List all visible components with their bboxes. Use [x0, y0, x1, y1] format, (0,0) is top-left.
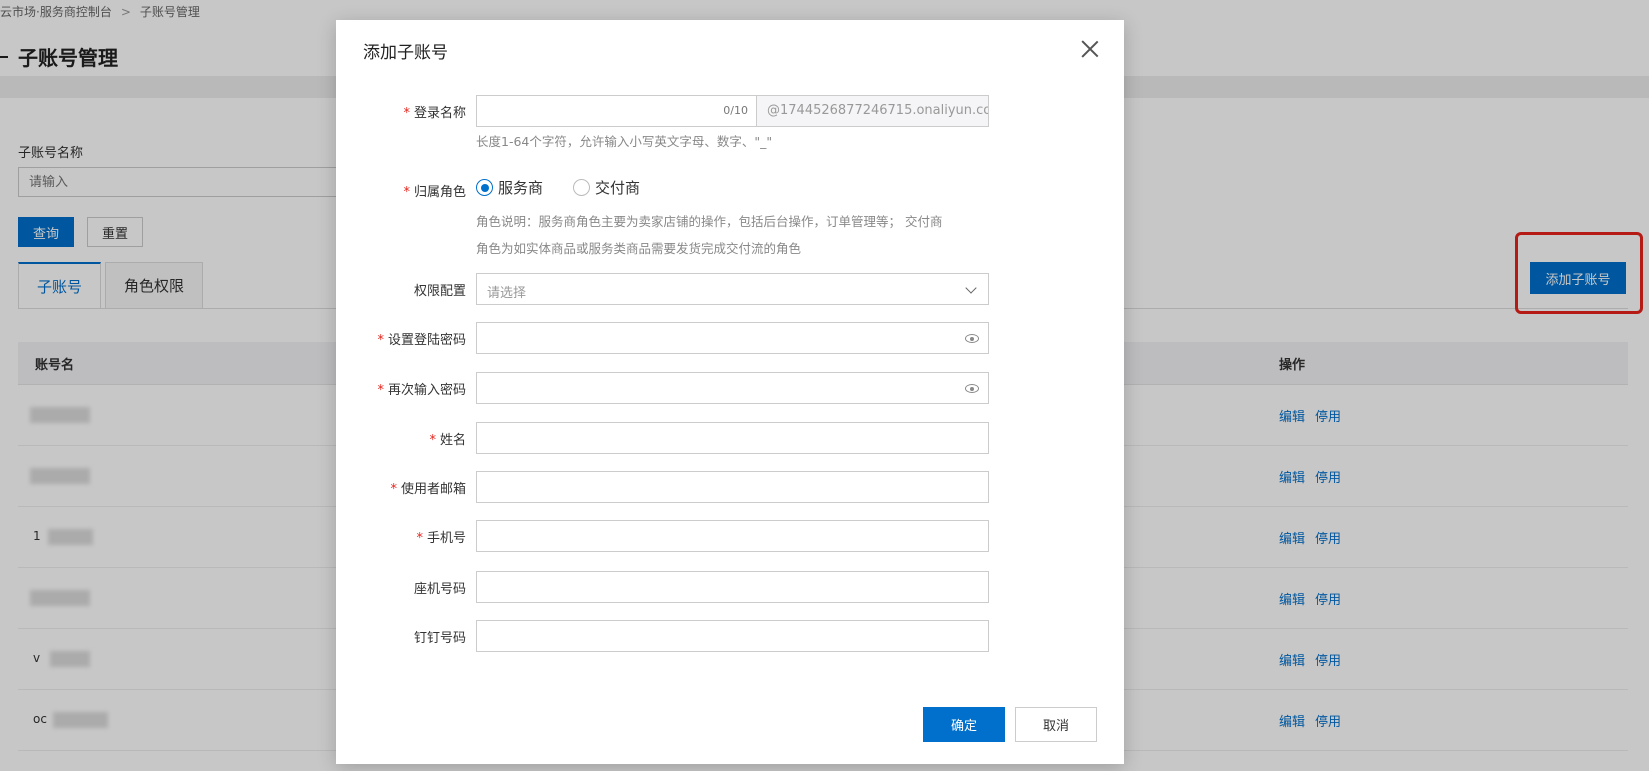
email-input[interactable] — [476, 471, 989, 503]
dingtalk-label: 钉钉号码 — [413, 631, 466, 646]
password-confirm-input[interactable] — [476, 372, 989, 404]
dialog-title: 添加子账号 — [363, 43, 448, 63]
close-icon[interactable] — [1079, 38, 1101, 60]
real-name-label: * 姓名 — [429, 429, 466, 448]
required-mark: * — [390, 482, 397, 497]
mobile-input[interactable] — [476, 520, 989, 552]
landline-label: 座机号码 — [413, 582, 466, 597]
required-mark: * — [429, 433, 436, 448]
mobile-label: * 手机号 — [416, 527, 466, 546]
permission-label: 权限配置 — [413, 284, 466, 299]
role-option-label: 交付商 — [595, 179, 641, 197]
login-name-label: * 登录名称 — [403, 102, 466, 121]
login-name-input[interactable]: 0/10 — [476, 95, 757, 127]
confirm-button[interactable]: 确定 — [923, 707, 1005, 742]
role-label: * 归属角色 — [403, 181, 466, 200]
cancel-button[interactable]: 取消 — [1015, 707, 1097, 742]
email-label: * 使用者邮箱 — [390, 478, 466, 497]
required-mark: * — [377, 333, 384, 348]
permission-placeholder: 请选择 — [487, 286, 527, 301]
email-label-text: 使用者邮箱 — [400, 482, 466, 497]
password-label-text: 设置登陆密码 — [387, 333, 466, 348]
eye-icon[interactable] — [965, 384, 979, 393]
login-name-label-text: 登录名称 — [413, 106, 466, 121]
password-label: * 设置登陆密码 — [377, 329, 466, 348]
required-mark: * — [377, 383, 384, 398]
mobile-label-text: 手机号 — [426, 531, 466, 546]
required-mark: * — [403, 106, 410, 121]
password-input[interactable] — [476, 322, 989, 354]
required-mark: * — [403, 185, 410, 200]
role-hint-line-2: 角色为如实体商品或服务类商品需要发货完成交付流的角色 — [476, 241, 802, 256]
role-hint-line-1: 角色说明：服务商角色主要为卖家店铺的操作，包括后台操作，订单管理等； 交付商 — [476, 214, 943, 229]
landline-input[interactable] — [476, 571, 989, 603]
radio-checked-icon[interactable] — [476, 179, 493, 196]
radio-unchecked-icon[interactable] — [573, 179, 591, 196]
dingtalk-input[interactable] — [476, 620, 989, 652]
permission-select[interactable]: 请选择 — [476, 273, 989, 305]
required-mark: * — [416, 531, 423, 546]
add-sub-account-dialog: 添加子账号 * 登录名称 0/10 @1744526877246715.onali… — [336, 20, 1124, 764]
login-name-counter: 0/10 — [723, 104, 748, 117]
role-label-text: 归属角色 — [413, 185, 466, 200]
role-option-delivery-provider[interactable]: 交付商 — [573, 177, 640, 198]
role-option-service-provider[interactable]: 服务商 — [476, 177, 543, 198]
role-option-label: 服务商 — [498, 179, 544, 197]
real-name-input[interactable] — [476, 422, 989, 454]
password-confirm-label: * 再次输入密码 — [377, 379, 466, 398]
real-name-label-text: 姓名 — [439, 433, 466, 448]
login-domain-suffix: @1744526877246715.onaliyun.com — [757, 95, 989, 127]
role-radio-group: 服务商 交付商 — [476, 177, 670, 198]
login-name-hint: 长度1-64个字符，允许输入小写英文字母、数字、"_" — [476, 134, 773, 149]
eye-icon[interactable] — [965, 334, 979, 343]
chevron-down-icon — [965, 282, 977, 294]
password-confirm-label-text: 再次输入密码 — [387, 383, 466, 398]
